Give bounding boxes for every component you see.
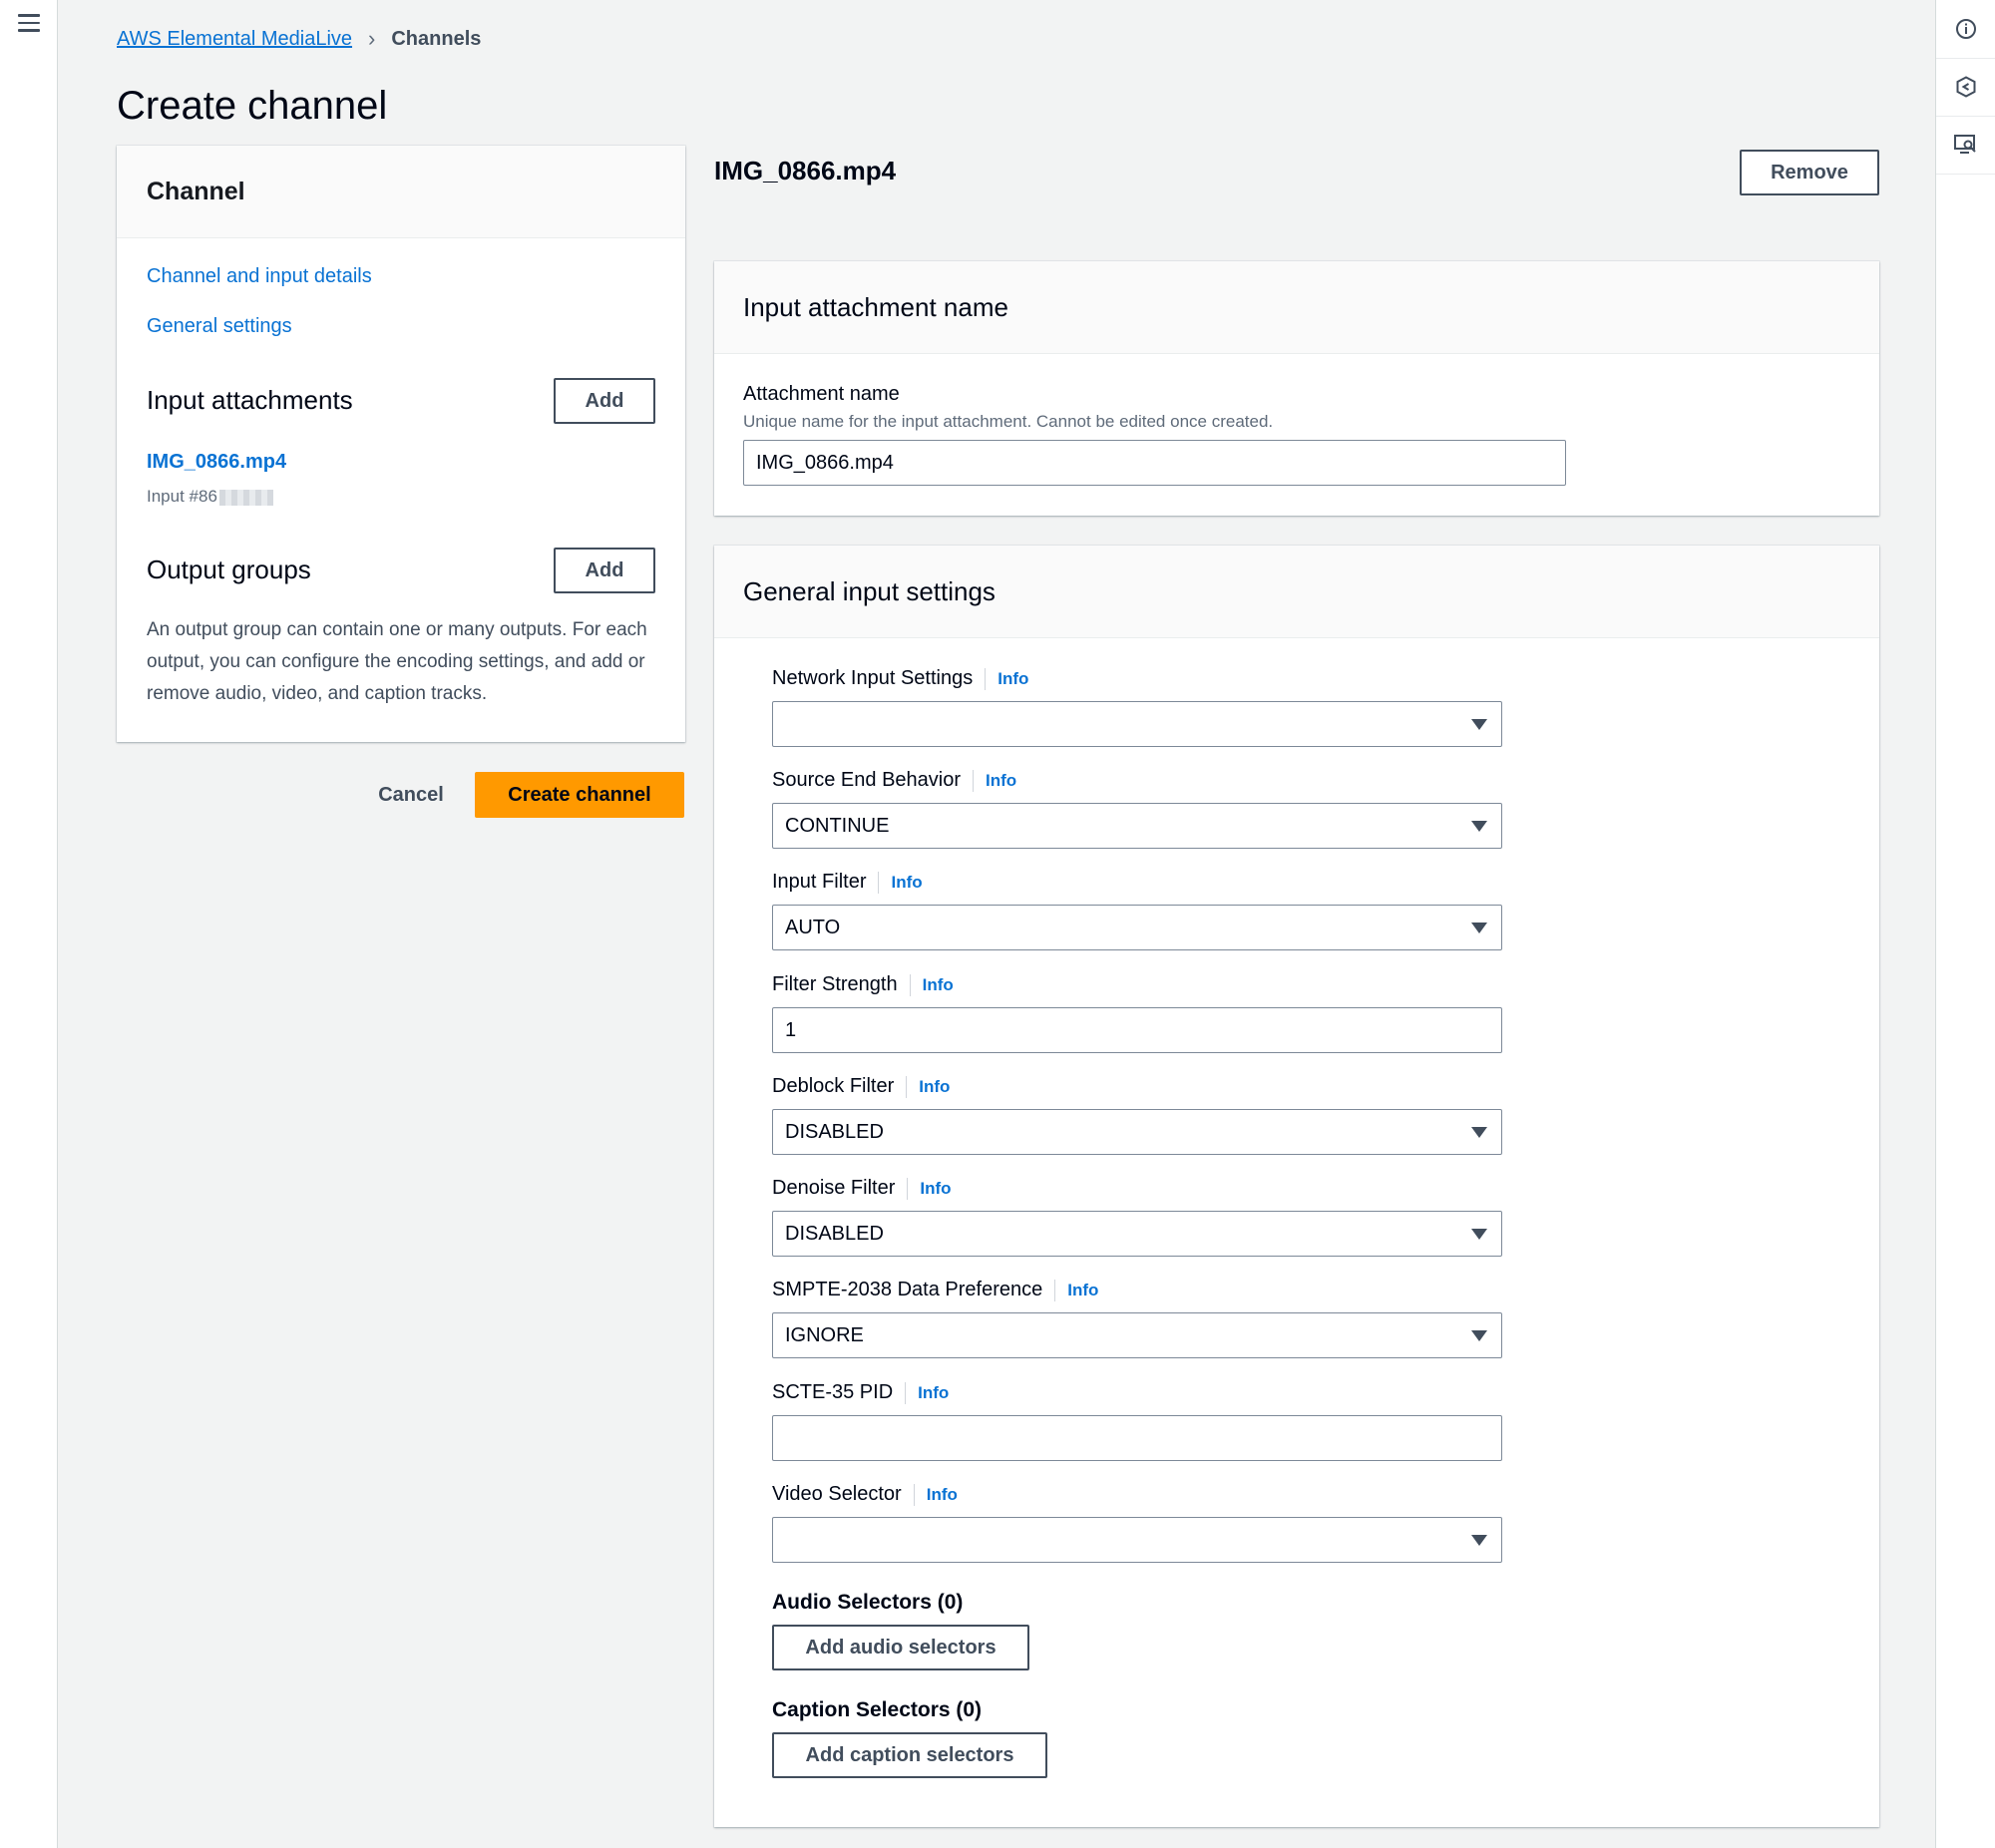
divider	[906, 1075, 908, 1098]
deblock-filter-select[interactable]: DISABLED	[772, 1109, 1502, 1155]
denoise-filter-label: Denoise Filter Info	[772, 1177, 952, 1200]
caret-down-icon	[1471, 923, 1487, 933]
hexagon-feedback-icon[interactable]	[1936, 58, 1995, 117]
add-input-attachment-button[interactable]: Add	[554, 378, 655, 424]
deblock-filter-label: Deblock Filter Info	[772, 1075, 950, 1098]
source-end-behavior-value: CONTINUE	[785, 814, 890, 837]
output-groups-description: An output group can contain one or many …	[147, 619, 647, 704]
caret-down-icon	[1471, 719, 1487, 730]
input-attachment-id: Input #86	[147, 487, 273, 507]
network-input-settings-label: Network Input Settings Info	[772, 667, 1028, 690]
caret-down-icon	[1471, 1330, 1487, 1341]
screen-magnifier-icon[interactable]	[1936, 116, 1995, 175]
deblock-filter-info-link[interactable]: Info	[919, 1077, 950, 1097]
audio-selectors-heading: Audio Selectors (0)	[772, 1591, 964, 1614]
add-caption-selectors-button[interactable]: Add caption selectors	[772, 1732, 1047, 1778]
divider	[878, 871, 880, 894]
remove-button[interactable]: Remove	[1740, 150, 1879, 195]
input-attachment-id-text: Input #86	[147, 487, 217, 506]
redacted-block	[218, 489, 273, 506]
divider	[905, 1381, 907, 1404]
filter-strength-label: Filter Strength Info	[772, 973, 954, 996]
network-input-settings-label-text: Network Input Settings	[772, 667, 974, 689]
filter-strength-label-text: Filter Strength	[772, 973, 898, 995]
input-attachments-title: Input attachments	[147, 385, 353, 415]
breadcrumb: AWS Elemental MediaLive › Channels	[117, 26, 481, 52]
input-attachment-title: IMG_0866.mp4	[714, 156, 897, 185]
deblock-filter-value: DISABLED	[785, 1120, 884, 1143]
scte-35-pid-input[interactable]	[772, 1415, 1502, 1461]
divider	[913, 1483, 915, 1506]
video-selector-label: Video Selector Info	[772, 1483, 958, 1506]
denoise-filter-label-text: Denoise Filter	[772, 1177, 896, 1199]
general-input-settings-heading: General input settings	[714, 546, 1879, 638]
breadcrumb-root-link[interactable]: AWS Elemental MediaLive	[117, 28, 352, 51]
attachment-name-label: Attachment name	[743, 383, 900, 405]
page-title: Create channel	[117, 84, 388, 128]
caret-down-icon	[1471, 1127, 1487, 1138]
filter-strength-input[interactable]: 1	[772, 1007, 1502, 1053]
smpte-2038-select[interactable]: IGNORE	[772, 1312, 1502, 1358]
denoise-filter-select[interactable]: DISABLED	[772, 1211, 1502, 1257]
nav-link-channel-input-details[interactable]: Channel and input details	[147, 265, 372, 288]
network-input-settings-select[interactable]	[772, 701, 1502, 747]
scte-35-pid-label-text: SCTE-35 PID	[772, 1381, 894, 1403]
channel-nav-panel: Channel Channel and input details Genera…	[117, 146, 685, 742]
create-channel-button[interactable]: Create channel	[475, 772, 684, 818]
video-selector-label-text: Video Selector	[772, 1483, 902, 1505]
deblock-filter-label-text: Deblock Filter	[772, 1075, 895, 1097]
smpte-2038-label: SMPTE-2038 Data Preference Info	[772, 1279, 1098, 1301]
left-rail	[0, 0, 58, 1848]
info-icon[interactable]	[1936, 0, 1995, 59]
input-filter-select[interactable]: AUTO	[772, 905, 1502, 950]
smpte-2038-value: IGNORE	[785, 1323, 864, 1346]
scte-35-pid-label: SCTE-35 PID Info	[772, 1381, 949, 1404]
divider	[973, 769, 975, 792]
right-rail	[1935, 0, 1995, 1848]
source-end-behavior-select[interactable]: CONTINUE	[772, 803, 1502, 849]
breadcrumb-current: Channels	[391, 27, 482, 50]
nav-link-general-settings[interactable]: General settings	[147, 315, 292, 338]
input-attachment-name-card: Input attachment name Attachment name Un…	[714, 261, 1879, 516]
network-input-settings-info-link[interactable]: Info	[998, 669, 1028, 689]
divider	[907, 1177, 909, 1200]
input-filter-value: AUTO	[785, 916, 841, 938]
caret-down-icon	[1471, 1535, 1487, 1546]
input-filter-info-link[interactable]: Info	[891, 873, 922, 893]
input-attachment-link[interactable]: IMG_0866.mp4	[147, 451, 286, 474]
chevron-right-icon: ›	[368, 26, 376, 51]
denoise-filter-info-link[interactable]: Info	[920, 1179, 951, 1199]
smpte-2038-info-link[interactable]: Info	[1067, 1281, 1098, 1300]
output-groups-title: Output groups	[147, 554, 311, 584]
source-end-behavior-label-text: Source End Behavior	[772, 769, 962, 791]
input-attachment-name-heading: Input attachment name	[714, 261, 1879, 354]
general-input-settings-card: General input settings Network Input Set…	[714, 546, 1879, 1827]
input-filter-label-text: Input Filter	[772, 871, 867, 893]
video-selector-select[interactable]	[772, 1517, 1502, 1563]
caret-down-icon	[1471, 821, 1487, 832]
menu-icon[interactable]	[18, 14, 40, 34]
divider	[909, 973, 911, 996]
cancel-button[interactable]: Cancel	[359, 772, 463, 818]
video-selector-info-link[interactable]: Info	[927, 1485, 958, 1505]
denoise-filter-value: DISABLED	[785, 1222, 884, 1245]
caret-down-icon	[1471, 1229, 1487, 1240]
filter-strength-info-link[interactable]: Info	[923, 975, 954, 995]
scte-35-pid-info-link[interactable]: Info	[918, 1383, 949, 1403]
attachment-name-description: Unique name for the input attachment. Ca…	[743, 412, 1274, 431]
channel-nav-heading: Channel	[117, 146, 685, 238]
source-end-behavior-label: Source End Behavior Info	[772, 769, 1016, 792]
input-filter-label: Input Filter Info	[772, 871, 923, 894]
divider	[1054, 1279, 1056, 1301]
source-end-behavior-info-link[interactable]: Info	[986, 771, 1016, 791]
add-output-group-button[interactable]: Add	[554, 548, 655, 593]
divider	[985, 667, 987, 690]
attachment-name-input[interactable]: IMG_0866.mp4	[743, 440, 1566, 486]
caption-selectors-heading: Caption Selectors (0)	[772, 1698, 983, 1721]
add-audio-selectors-button[interactable]: Add audio selectors	[772, 1625, 1029, 1670]
smpte-2038-label-text: SMPTE-2038 Data Preference	[772, 1279, 1043, 1300]
